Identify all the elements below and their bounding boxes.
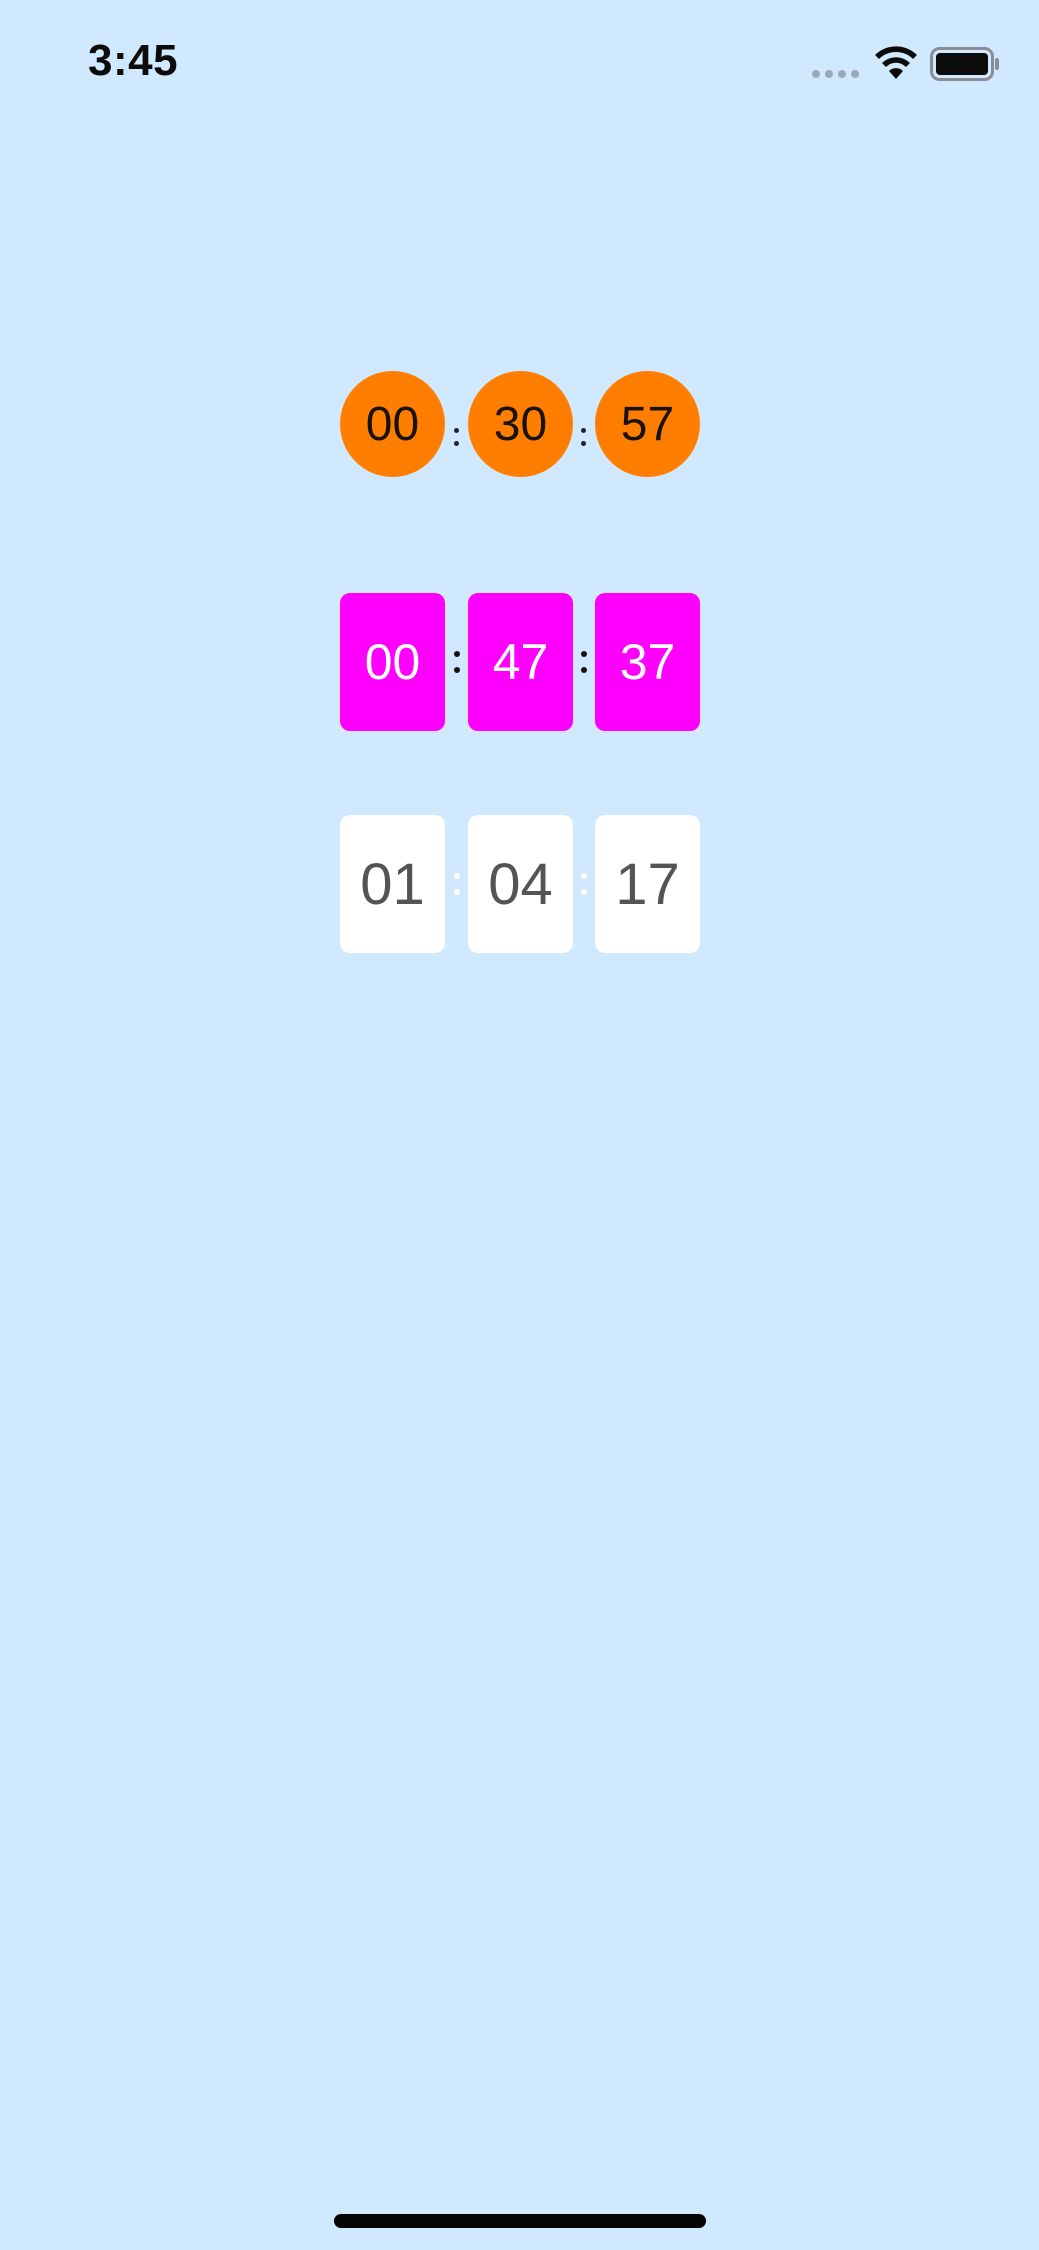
countdown-circle-style: 00 30 57 [340, 371, 700, 477]
home-indicator[interactable] [334, 2214, 706, 2228]
hours-display: 01 [340, 815, 445, 953]
colon-separator [572, 371, 595, 477]
minutes-display: 04 [468, 815, 573, 953]
app-screen: 3:45 00 30 57 00 47 37 01 04 17 [0, 0, 1039, 2250]
minutes-display: 47 [468, 593, 573, 731]
signal-dots-icon [812, 70, 859, 78]
minutes-display: 30 [468, 371, 573, 477]
seconds-display: 57 [595, 371, 700, 477]
status-time: 3:45 [88, 36, 179, 85]
status-bar: 3:45 [0, 0, 1039, 130]
countdown-white-style: 01 04 17 [340, 815, 700, 953]
hours-display: 00 [340, 593, 445, 731]
battery-icon [930, 47, 999, 81]
colon-separator [572, 815, 595, 953]
colon-separator [445, 593, 468, 731]
hours-display: 00 [340, 371, 445, 477]
seconds-display: 37 [595, 593, 700, 731]
colon-separator [445, 815, 468, 953]
countdown-magenta-style: 00 47 37 [340, 593, 700, 731]
colon-separator [572, 593, 595, 731]
colon-separator [445, 371, 468, 477]
seconds-display: 17 [595, 815, 700, 953]
wifi-icon [875, 46, 917, 79]
